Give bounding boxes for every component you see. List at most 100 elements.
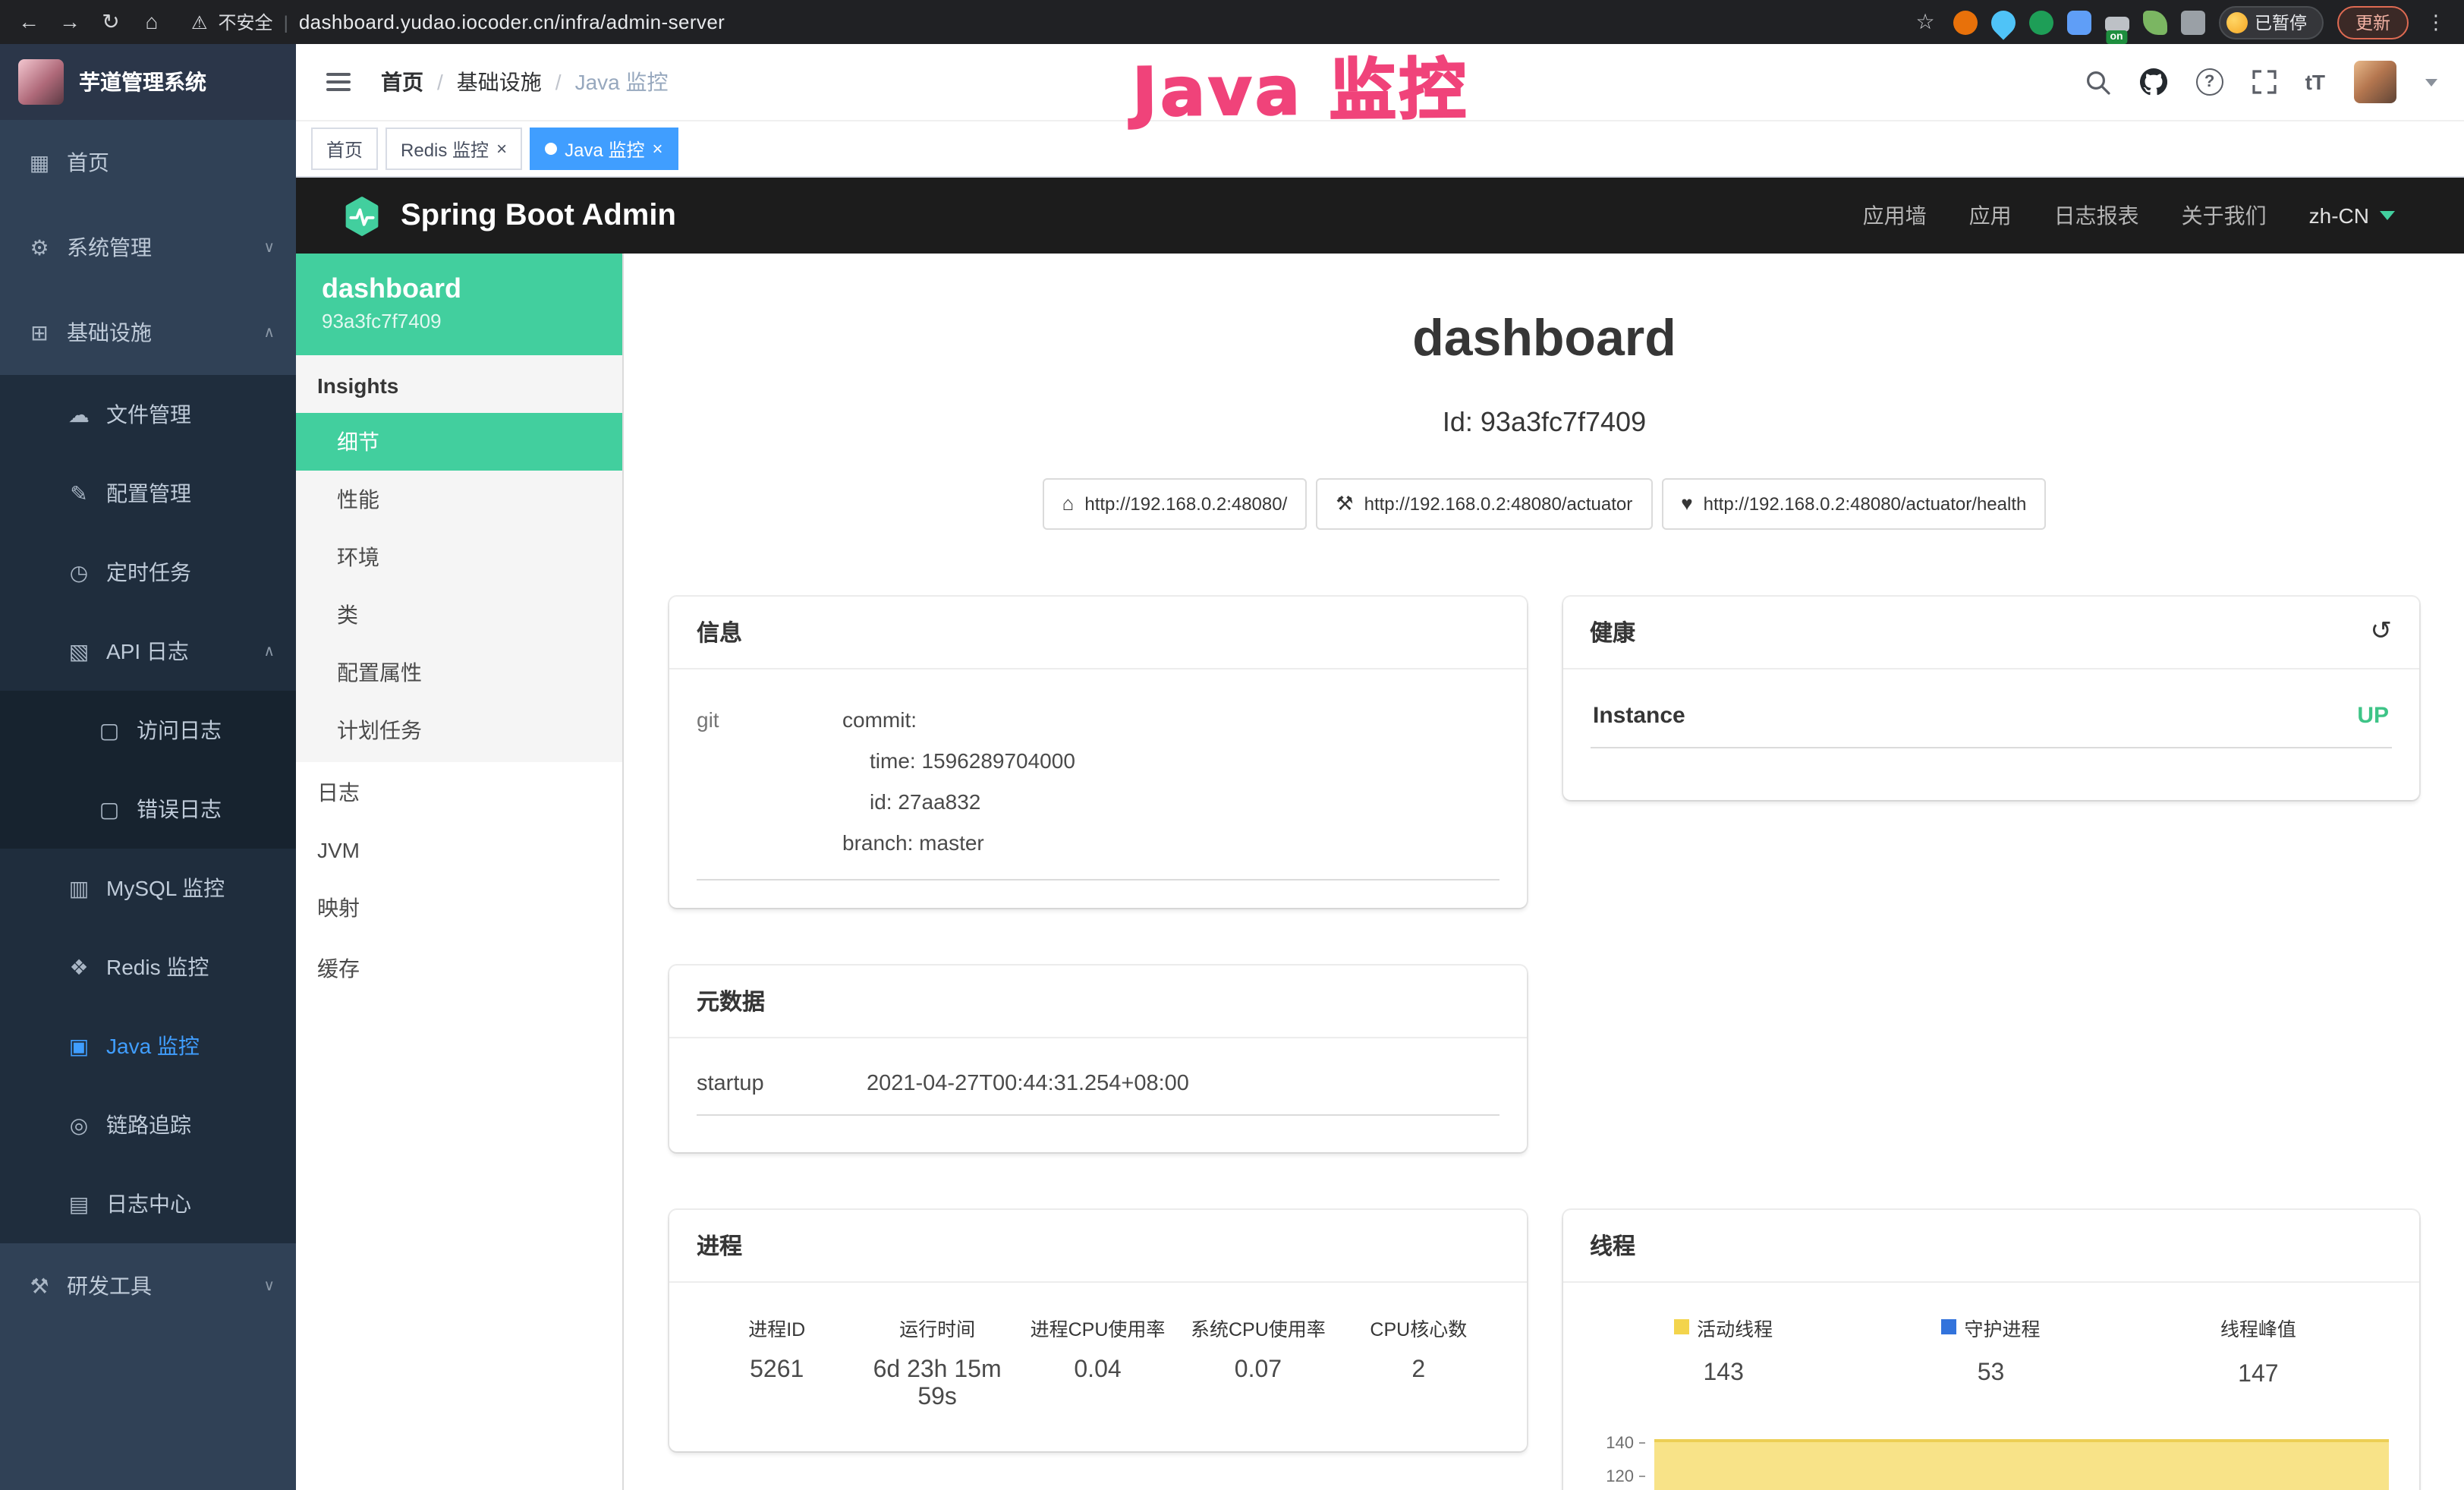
chrome-update-button[interactable]: 更新 [2337,5,2409,39]
browser-home-icon[interactable]: ⌂ [138,0,165,44]
sidebar-item-label: 定时任务 [106,557,191,587]
sidebar-item-trace[interactable]: ◎ 链路追踪 [0,1085,296,1164]
health-instance-row[interactable]: Instance UP [1590,691,2392,748]
sidebar-item-infra[interactable]: ⊞ 基础设施 ∧ [0,290,296,375]
browser-toolbar: ← → ↻ ⌂ ⚠ 不安全 | dashboard.yudao.iocoder.… [0,0,2464,44]
sba-menu-caches[interactable]: 缓存 [296,938,622,999]
sidebar-item-label: 研发工具 [67,1271,152,1301]
breadcrumb: 首页 / 基础设施 / Java 监控 [381,67,669,97]
access-log-icon: ▢ [97,717,121,743]
extension-toggle-icon[interactable]: on [2104,16,2129,31]
back-icon[interactable]: ← [15,0,42,44]
history-icon[interactable]: ↺ [2371,617,2393,647]
tab-java-monitor[interactable]: Java 监控 × [530,128,678,170]
sidebar-item-job[interactable]: ◷ 定时任务 [0,533,296,612]
fullscreen-icon[interactable] [2252,70,2277,94]
metadata-startup-row: startup 2021-04-27T00:44:31.254+08:00 [697,1060,1499,1116]
nav-journal[interactable]: 日志报表 [2054,200,2139,231]
sba-menu-details[interactable]: 细节 [296,413,622,471]
close-icon[interactable]: × [652,140,662,158]
insights-group: Insights 细节 性能 环境 类 配置属性 计划任务 [296,355,622,762]
reload-icon[interactable]: ↻ [97,0,124,44]
sba-menu-configprops[interactable]: 配置属性 [296,644,622,701]
github-icon[interactable] [2140,68,2167,96]
breadcrumb-home[interactable]: 首页 [381,67,423,97]
sba-nav: 应用墙 应用 日志报表 关于我们 zh-CN [1863,200,2395,231]
card-title: 元数据 [669,966,1526,1038]
sidebar-item-java-monitor[interactable]: ▣ Java 监控 [0,1006,296,1085]
avatar-caret-icon[interactable] [2425,78,2437,86]
spring-boot-admin-frame: Spring Boot Admin 应用墙 应用 日志报表 关于我们 zh-CN [296,178,2464,1490]
extension-icon-leaf[interactable] [2142,10,2167,34]
bookmark-star-icon[interactable]: ☆ [1912,0,1939,44]
sba-menu-scheduled-tasks[interactable]: 计划任务 [296,701,622,759]
main-sidebar: 芋道管理系统 ▦ 首页 ⚙ 系统管理 ∨ ⊞ 基础设施 ∧ [0,44,296,1490]
nav-about[interactable]: 关于我们 [2182,200,2267,231]
sidebar-item-label: 链路追踪 [106,1110,191,1140]
sidebar-item-redis[interactable]: ❖ Redis 监控 [0,928,296,1006]
user-avatar[interactable] [2354,61,2396,103]
sba-menu-env[interactable]: 环境 [296,528,622,586]
screen: ← → ↻ ⌂ ⚠ 不安全 | dashboard.yudao.iocoder.… [0,0,2464,1490]
tab-home[interactable]: 首页 [311,128,378,170]
sba-menu-logs[interactable]: 日志 [296,762,622,823]
sba-brand[interactable]: Spring Boot Admin [341,195,676,236]
actuator-url-link[interactable]: ⚒ http://192.168.0.2:48080/actuator [1316,478,1652,530]
sidebar-toggle-icon[interactable] [320,67,357,97]
sidebar-item-api-log[interactable]: ▧ API 日志 ∧ [0,612,296,691]
sidebar-item-file[interactable]: ☁ 文件管理 [0,375,296,454]
legend-live-threads: 活动线程 143 [1590,1313,1857,1389]
stat-uptime: 运行时间 6d 23h 15m 59s [857,1313,1017,1412]
sidebar-item-label: 基础设施 [67,317,152,348]
breadcrumb-infra[interactable]: 基础设施 [457,67,542,97]
sidebar-item-home[interactable]: ▦ 首页 [0,120,296,205]
sidebar-item-devtools[interactable]: ⚒ 研发工具 ∨ [0,1243,296,1328]
sidebar-item-error-log[interactable]: ▢ 错误日志 [0,770,296,849]
search-icon[interactable] [2085,69,2111,95]
trace-eye-icon: ◎ [67,1112,91,1138]
sidebar-item-system[interactable]: ⚙ 系统管理 ∨ [0,205,296,290]
forward-icon[interactable]: → [56,0,83,44]
app-logo-image [18,59,64,105]
sidebar-item-mysql[interactable]: ▥ MySQL 监控 [0,849,296,928]
nav-applications[interactable]: 应用 [1969,200,2012,231]
health-url-link[interactable]: ♥ http://192.168.0.2:48080/actuator/heal… [1661,478,2046,530]
extension-icon-green[interactable] [2028,10,2053,34]
app-logo[interactable]: 芋道管理系统 [0,44,296,120]
sba-menu-jvm[interactable]: JVM [296,823,622,877]
font-size-icon[interactable]: tT [2305,70,2325,94]
chevron-down-icon: ∨ [263,1277,275,1294]
y-axis-tick: 140 [1590,1435,1644,1453]
address-bar[interactable]: ⚠ 不安全 | dashboard.yudao.iocoder.cn/infra… [179,4,1898,40]
tab-label: 首页 [326,136,363,162]
locale-select[interactable]: zh-CN [2309,203,2395,228]
health-row-label: Instance [1593,703,1685,729]
sba-menu-mappings[interactable]: 映射 [296,877,622,938]
sidebar-item-access-log[interactable]: ▢ 访问日志 [0,691,296,770]
browser-profile-chip[interactable]: 已暂停 [2218,5,2324,39]
nav-wallboard[interactable]: 应用墙 [1863,200,1927,231]
sidebar-item-config[interactable]: ✎ 配置管理 [0,454,296,533]
sba-menu-classes[interactable]: 类 [296,586,622,644]
sba-menu-metrics[interactable]: 性能 [296,471,622,528]
sidebar-menu: ▦ 首页 ⚙ 系统管理 ∨ ⊞ 基础设施 ∧ ☁ 文件管理 [0,120,296,1328]
extensions-puzzle-icon[interactable] [2180,10,2204,34]
sidebar-item-log-center[interactable]: ▤ 日志中心 [0,1164,296,1243]
link-url: http://192.168.0.2:48080/ [1084,493,1287,515]
extension-icon-orange[interactable] [1953,10,1977,34]
chevron-down-icon [2380,211,2395,220]
tab-redis-monitor[interactable]: Redis 监控 × [385,128,522,170]
extension-icon-drop[interactable] [1985,5,2019,39]
on-badge: on [2105,30,2127,43]
active-threads-area [1654,1439,2389,1490]
instance-header[interactable]: dashboard 93a3fc7f7409 [296,254,622,355]
close-icon[interactable]: × [496,140,507,158]
threads-legend: 活动线程 143 守护进程 53 线程峰值 [1590,1304,2392,1389]
info-card: 信息 git commit: time: 1596289704000 id: 2… [669,597,1526,908]
extension-icon-grid[interactable] [2066,10,2091,34]
browser-menu-icon[interactable]: ⋮ [2422,0,2450,44]
page-title: dashboard [624,305,2464,372]
help-icon[interactable]: ? [2196,68,2223,96]
metadata-label: startup [697,1072,867,1096]
service-url-link[interactable]: ⌂ http://192.168.0.2:48080/ [1043,478,1308,530]
